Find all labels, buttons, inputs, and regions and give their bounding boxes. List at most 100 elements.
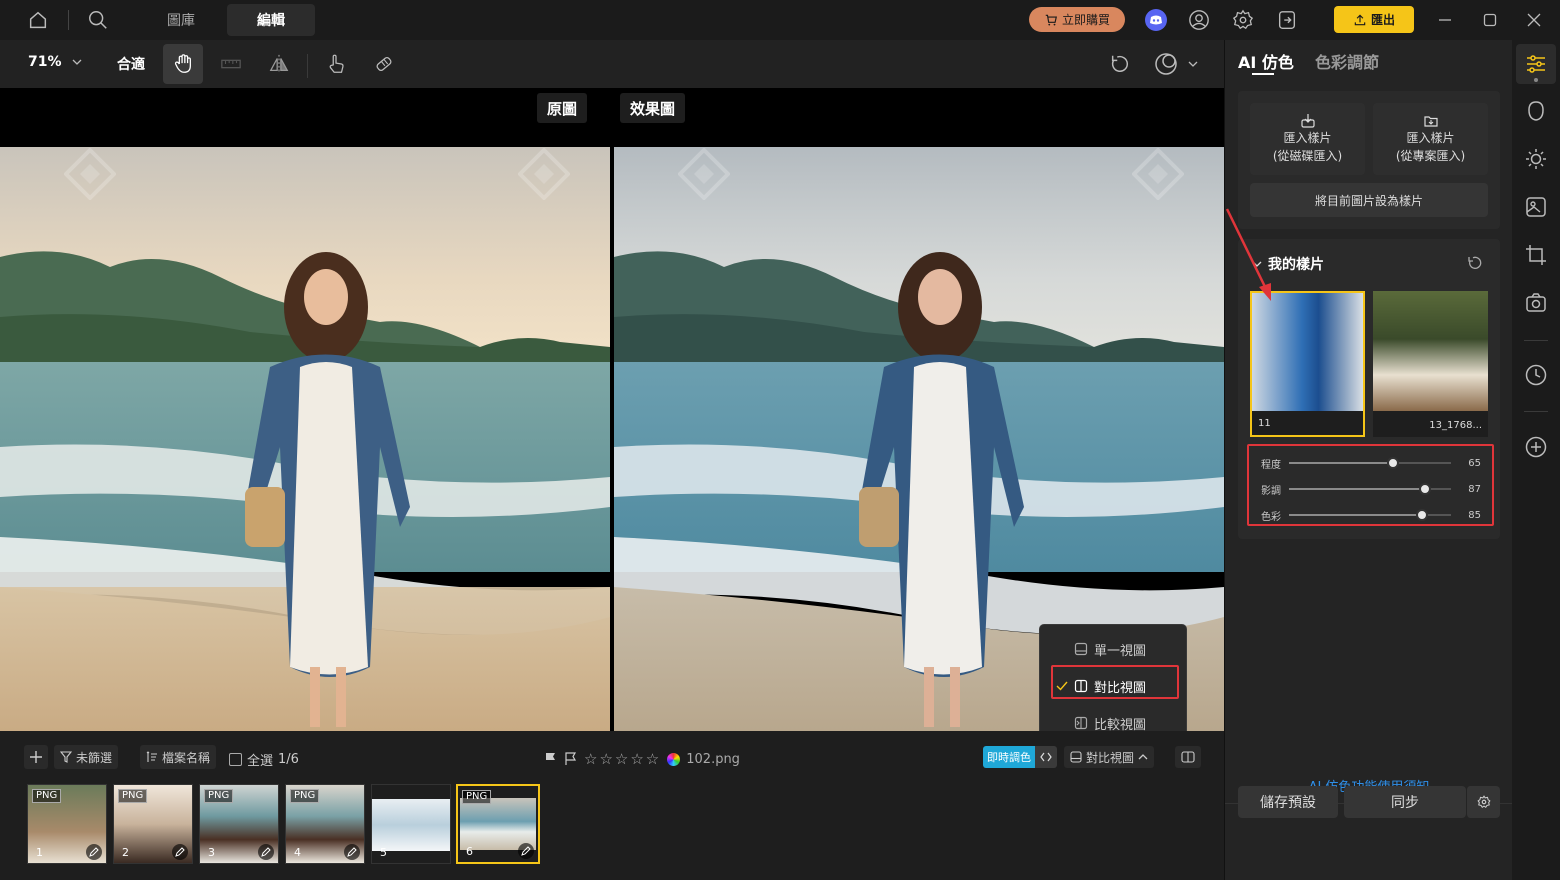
top-bar: 圖庫 編輯 立即購買 匯出 — [0, 0, 1560, 40]
buy-now-button[interactable]: 立即購買 — [1029, 7, 1125, 32]
original-label: 原圖 — [537, 93, 588, 123]
thumbnail-5[interactable]: 5 — [371, 784, 451, 864]
slider-track[interactable] — [1288, 509, 1452, 521]
single-view-icon — [1074, 642, 1088, 656]
live-color-toggle[interactable]: 即時調色 — [983, 746, 1057, 768]
set-current-as-sample-button[interactable]: 將目前圖片設為樣片 — [1250, 183, 1488, 217]
sliders-highlight-box: 程度 65 影調 87 色彩 85 — [1247, 444, 1494, 526]
watermark-logo-icon — [1132, 148, 1184, 200]
search-icon[interactable] — [82, 4, 114, 36]
watermark-logo-icon — [64, 148, 116, 200]
ruler-tool-icon[interactable] — [211, 44, 251, 84]
slider-value: 85 — [1468, 509, 1481, 521]
sync-settings-icon[interactable] — [1466, 786, 1500, 818]
zoom-dropdown[interactable]: 71% — [28, 54, 82, 70]
hand-tool-icon[interactable] — [163, 44, 203, 84]
slider-tone[interactable]: 影調 87 — [1261, 479, 1481, 499]
reset-icon[interactable] — [1100, 44, 1140, 84]
thumbnail-2[interactable]: PNG 2 — [113, 784, 193, 864]
dot-indicator — [1534, 78, 1538, 82]
thumbnail-3[interactable]: PNG 3 — [199, 784, 279, 864]
import-disk-icon — [1300, 114, 1315, 128]
face-icon[interactable] — [1524, 99, 1548, 123]
maximize-icon[interactable] — [1474, 4, 1506, 36]
thumbnail-1[interactable]: PNG 1 — [27, 784, 107, 864]
sample-name: 13_1768... — [1429, 420, 1482, 431]
edit-pencil-icon — [86, 844, 102, 860]
eraser-tool-icon[interactable] — [364, 44, 404, 84]
highlight-box — [1051, 665, 1179, 699]
original-photo[interactable] — [0, 147, 610, 731]
compare-view-dropdown-label: 對比視圖 — [1086, 750, 1135, 765]
settings-gear-icon[interactable] — [1227, 4, 1259, 36]
slider-knob[interactable] — [1415, 509, 1428, 521]
color-label-icon[interactable] — [667, 752, 681, 766]
add-icon[interactable] — [24, 745, 48, 769]
compare-view-dropdown[interactable]: 對比視圖 — [1064, 746, 1155, 768]
menu-item-single-view[interactable]: 單一視圖 — [1050, 634, 1178, 664]
side-by-side-label: 比較視圖 — [1094, 717, 1147, 733]
slider-label: 色彩 — [1261, 511, 1281, 523]
sample-card-2[interactable]: 13_1768... — [1373, 291, 1488, 437]
slider-track[interactable] — [1288, 457, 1452, 469]
filter-button[interactable]: 未篩選 — [54, 745, 119, 769]
thumbnail-4[interactable]: PNG 4 — [285, 784, 365, 864]
touch-tool-icon[interactable] — [316, 44, 356, 84]
tab-library[interactable]: 圖庫 — [146, 4, 216, 36]
reject-flag-icon[interactable] — [564, 752, 578, 766]
tab-edit[interactable]: 編輯 — [227, 4, 315, 36]
slider-strength[interactable]: 程度 65 — [1261, 453, 1481, 473]
buy-now-label: 立即購買 — [1061, 13, 1110, 27]
thumbnail-6[interactable]: PNG 6 — [456, 784, 540, 864]
slider-track[interactable] — [1288, 483, 1452, 495]
slider-color[interactable]: 色彩 85 — [1261, 505, 1481, 525]
discord-icon[interactable] — [1140, 4, 1172, 36]
export-button[interactable]: 匯出 — [1334, 6, 1414, 33]
close-icon[interactable] — [1518, 4, 1550, 36]
split-panel-icon[interactable] — [1175, 746, 1201, 768]
slider-fill — [1288, 462, 1393, 464]
crop-icon[interactable] — [1524, 243, 1548, 267]
star-rating-icon[interactable]: ☆☆☆☆☆ — [584, 750, 661, 768]
minimize-icon[interactable] — [1429, 4, 1461, 36]
home-icon[interactable] — [22, 4, 54, 36]
flag-icon[interactable] — [544, 752, 558, 766]
edit-pencil-icon — [344, 844, 360, 860]
slider-knob[interactable] — [1419, 483, 1432, 495]
sign-in-icon[interactable] — [1271, 4, 1303, 36]
slider-fill — [1288, 514, 1422, 516]
account-icon[interactable] — [1183, 4, 1215, 36]
thumb-number: 3 — [208, 846, 215, 859]
adjust-sliders-icon[interactable] — [1524, 52, 1548, 76]
import-from-disk-button[interactable]: 匯入樣片 (從磁碟匯入) — [1250, 103, 1365, 175]
import-from-project-button[interactable]: 匯入樣片 (從專案匯入) — [1373, 103, 1488, 175]
sort-button[interactable]: 檔案名稱 — [140, 745, 217, 769]
image-edit-icon[interactable] — [1524, 195, 1548, 219]
result-label: 效果圖 — [620, 93, 686, 123]
flip-tool-icon[interactable] — [259, 44, 299, 84]
sync-button[interactable]: 同步 — [1344, 786, 1466, 818]
select-all-label: 全選 — [247, 754, 274, 769]
camera-icon[interactable] — [1524, 291, 1548, 315]
add-circle-icon[interactable] — [1524, 435, 1548, 459]
tab-ai-color-match[interactable]: AI 仿色 — [1238, 49, 1294, 73]
slider-value: 87 — [1468, 483, 1481, 495]
filter-icon — [60, 751, 72, 763]
edit-pencil-icon — [172, 844, 188, 860]
compare-mode-dropdown[interactable] — [1154, 52, 1198, 76]
slider-fill — [1288, 488, 1426, 490]
tab-color-adjust[interactable]: 色彩調節 — [1315, 49, 1379, 73]
sample-card-11[interactable]: 11 — [1250, 291, 1365, 437]
ai-color-panel: AI 仿色 色彩調節 匯入樣片 (從磁碟匯入) 匯入樣片 (從專案匯入) 將目前… — [1224, 40, 1513, 880]
thumb-number: 6 — [466, 845, 473, 858]
light-icon[interactable] — [1524, 147, 1548, 171]
select-all-checkbox[interactable]: 全選 1/6 — [229, 750, 299, 769]
side-by-side-icon — [1074, 716, 1088, 730]
chevron-down-icon — [72, 59, 81, 65]
save-preset-button[interactable]: 儲存預設 — [1238, 786, 1338, 818]
slider-knob[interactable] — [1386, 457, 1399, 469]
fit-button[interactable]: 合適 — [117, 54, 145, 74]
refresh-icon[interactable] — [1467, 255, 1483, 271]
history-icon[interactable] — [1524, 363, 1548, 387]
format-badge: PNG — [290, 789, 320, 803]
